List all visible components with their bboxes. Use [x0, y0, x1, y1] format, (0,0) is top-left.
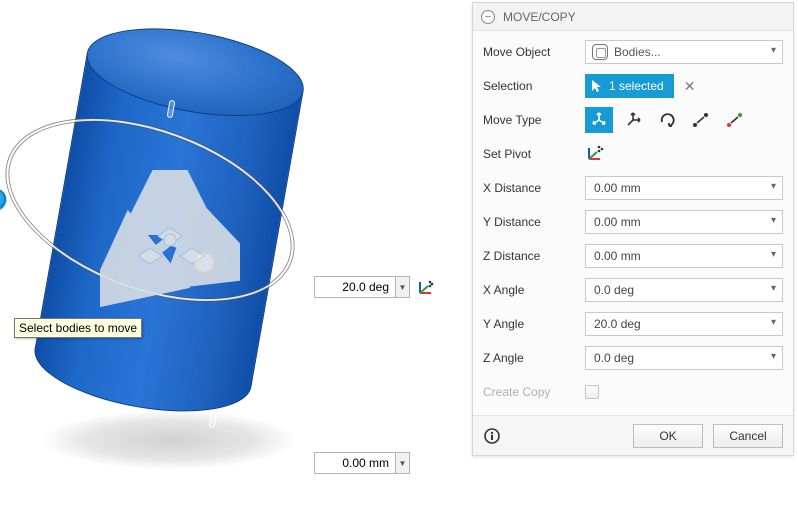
x-angle-input[interactable]: 0.0 deg	[585, 278, 783, 302]
move-type-rotate-button[interactable]	[653, 107, 681, 133]
move-type-point-to-point-button[interactable]	[687, 107, 715, 133]
move-object-label: Move Object	[483, 45, 585, 59]
viewport-3d[interactable]: Select bodies to move 20.0 deg ▼ 0.00 mm…	[0, 0, 470, 520]
ok-button[interactable]: OK	[633, 424, 703, 448]
create-copy-label: Create Copy	[483, 385, 585, 399]
info-icon[interactable]	[483, 427, 501, 445]
z-angle-label: Z Angle	[483, 351, 585, 365]
z-distance-input[interactable]: 0.00 mm	[585, 244, 783, 268]
floating-angle-dropdown[interactable]: ▼	[396, 276, 410, 298]
status-tooltip: Select bodies to move	[14, 318, 142, 338]
move-object-dropdown[interactable]: Bodies...	[585, 40, 783, 64]
move-type-translate-button[interactable]	[619, 107, 647, 133]
collapse-icon[interactable]: –	[481, 10, 495, 24]
move-type-point-to-position-button[interactable]	[721, 107, 749, 133]
rotate-ring-handle-active[interactable]	[0, 185, 9, 213]
move-type-free-button[interactable]	[585, 107, 613, 133]
move-triad-gizmo[interactable]	[100, 170, 240, 310]
selection-label: Selection	[483, 79, 585, 93]
cancel-button[interactable]: Cancel	[713, 424, 783, 448]
set-pivot-icon[interactable]	[416, 277, 436, 297]
set-pivot-label: Set Pivot	[483, 147, 585, 161]
ground-shadow	[40, 410, 300, 470]
x-distance-input[interactable]: 0.00 mm	[585, 176, 783, 200]
floating-distance-input[interactable]: 0.00 mm ▼	[314, 452, 410, 474]
floating-angle-value[interactable]: 20.0 deg	[314, 276, 396, 298]
floating-angle-input[interactable]: 20.0 deg ▼	[314, 276, 436, 298]
y-distance-input[interactable]: 0.00 mm	[585, 210, 783, 234]
edge-marker[interactable]	[13, 268, 29, 286]
move-type-label: Move Type	[483, 113, 585, 127]
bodies-icon	[592, 44, 608, 60]
x-distance-label: X Distance	[483, 181, 585, 195]
move-object-value: Bodies...	[614, 45, 661, 59]
floating-distance-dropdown[interactable]: ▼	[396, 452, 410, 474]
y-distance-label: Y Distance	[483, 215, 585, 229]
z-angle-input[interactable]: 0.0 deg	[585, 346, 783, 370]
floating-distance-value[interactable]: 0.00 mm	[314, 452, 396, 474]
selection-clear-button[interactable]: ✕	[680, 78, 700, 95]
z-distance-label: Z Distance	[483, 249, 585, 263]
selection-chip[interactable]: 1 selected	[585, 74, 674, 98]
panel-header[interactable]: – MOVE/COPY	[473, 3, 793, 31]
edge-marker[interactable]	[295, 196, 311, 214]
y-angle-label: Y Angle	[483, 317, 585, 331]
cursor-icon	[591, 79, 603, 93]
y-angle-input[interactable]: 20.0 deg	[585, 312, 783, 336]
move-copy-panel: – MOVE/COPY Move Object Bodies... Select…	[472, 2, 794, 456]
x-angle-label: X Angle	[483, 283, 585, 297]
panel-title: MOVE/COPY	[503, 10, 576, 24]
create-copy-checkbox[interactable]	[585, 385, 599, 399]
selection-count: 1 selected	[609, 79, 664, 93]
set-pivot-button[interactable]	[585, 143, 605, 166]
